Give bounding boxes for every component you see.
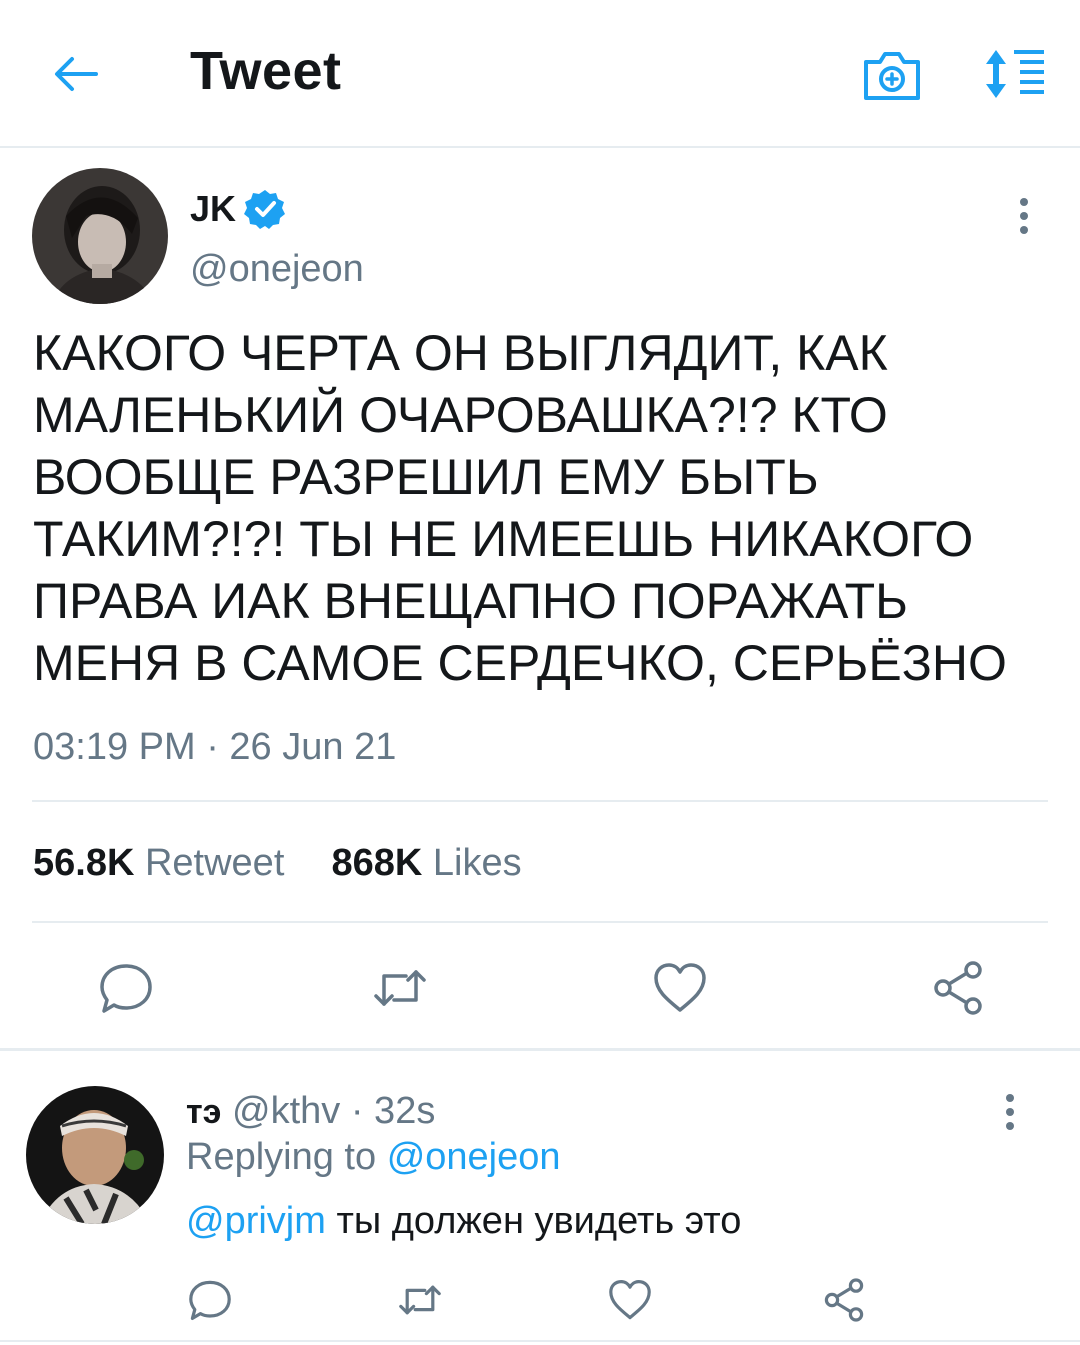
sort-list-icon <box>986 50 1044 98</box>
more-options-button[interactable] <box>1008 194 1040 238</box>
retweet-button[interactable] <box>370 958 430 1018</box>
tweet-stats: 56.8K Retweet 868K Likes <box>33 842 522 885</box>
arrow-left-icon <box>55 57 98 91</box>
back-button[interactable] <box>48 46 104 102</box>
heart-icon <box>609 1280 651 1320</box>
reply-text: @privjm ты должен увидеть это <box>186 1200 741 1243</box>
reply-like-button[interactable] <box>606 1276 654 1324</box>
reply-tweet[interactable]: тэ @kthv · 32s Replying to @onejeon @pri… <box>0 1052 1080 1345</box>
share-button[interactable] <box>928 958 988 1018</box>
top-bar: Tweet <box>0 0 1080 148</box>
comment-icon <box>100 964 152 1013</box>
share-icon <box>824 1278 864 1322</box>
retweet-icon <box>399 1285 441 1315</box>
divider <box>32 921 1048 923</box>
replying-to-label: Replying to <box>186 1136 377 1178</box>
reply-share-button[interactable] <box>820 1276 868 1324</box>
reply-handle[interactable]: @kthv <box>232 1090 340 1132</box>
more-vertical-icon <box>1020 198 1028 234</box>
tweet-text-line: МЕНЯ В САМОЕ СЕРДЕЧКО, СЕРЬЁЗНО <box>33 635 1007 691</box>
replying-to-link[interactable]: @onejeon <box>387 1136 561 1178</box>
divider <box>32 800 1048 802</box>
likes-stat[interactable]: 868K Likes <box>332 842 522 884</box>
more-vertical-icon <box>1006 1094 1014 1130</box>
reply-retweet-button[interactable] <box>396 1276 444 1324</box>
handle[interactable]: @onejeon <box>190 248 364 291</box>
camera-button[interactable] <box>860 44 924 104</box>
mention-link[interactable]: @privjm <box>186 1200 326 1242</box>
tweet-text-line: МАЛЕНЬКИЙ ОЧАРОВАШКА?!? КТО <box>33 387 888 443</box>
replying-to: Replying to @onejeon <box>186 1136 561 1179</box>
retweets-label: Retweet <box>144 842 285 884</box>
verified-badge-icon <box>244 188 286 230</box>
display-name[interactable]: JK <box>190 188 236 230</box>
like-button[interactable] <box>650 958 710 1018</box>
reply-display-name[interactable]: тэ <box>186 1093 221 1131</box>
sort-button[interactable] <box>980 44 1050 104</box>
tweet-text-line: ВООБЩЕ РАЗРЕШИЛ ЕМУ БЫТЬ <box>33 449 819 505</box>
likes-label: Likes <box>432 842 522 884</box>
reply-avatar[interactable] <box>26 1086 164 1224</box>
reply-more-options-button[interactable] <box>994 1090 1026 1134</box>
tweet-text-line: ТАКИМ?!?! ТЫ НЕ ИМЕЕШЬ НИКАКОГО <box>33 511 974 567</box>
section-divider <box>0 1048 1080 1051</box>
reply-reply-button[interactable] <box>186 1276 234 1324</box>
avatar[interactable] <box>32 168 168 304</box>
retweet-icon <box>374 970 426 1006</box>
reply-button[interactable] <box>96 958 156 1018</box>
reply-age: · 32s <box>350 1090 436 1132</box>
camera-icon <box>864 52 920 100</box>
comment-icon <box>189 1280 231 1320</box>
page-title: Tweet <box>190 41 342 101</box>
reply-body: ты должен увидеть это <box>336 1200 742 1242</box>
divider <box>0 1340 1080 1342</box>
tweet-timestamp: 03:19 PM · 26 Jun 21 <box>33 726 397 768</box>
retweets-stat[interactable]: 56.8K Retweet <box>33 842 295 884</box>
likes-count: 868K <box>331 842 423 884</box>
heart-icon <box>654 963 706 1012</box>
retweets-count: 56.8K <box>33 842 135 884</box>
reply-header: тэ @kthv · 32s <box>186 1090 435 1133</box>
tweet-text-line: КАКОГО ЧЕРТА ОН ВЫГЛЯДИТ, КАК <box>33 325 888 381</box>
tweet-text-line: ПРАВА ИАК ВНЕЩАПНО ПОРАЖАТЬ <box>33 573 908 629</box>
share-icon <box>934 961 982 1015</box>
tweet-text: КАКОГО ЧЕРТА ОН ВЫГЛЯДИТ, КАК МАЛЕНЬКИЙ … <box>33 322 1043 694</box>
